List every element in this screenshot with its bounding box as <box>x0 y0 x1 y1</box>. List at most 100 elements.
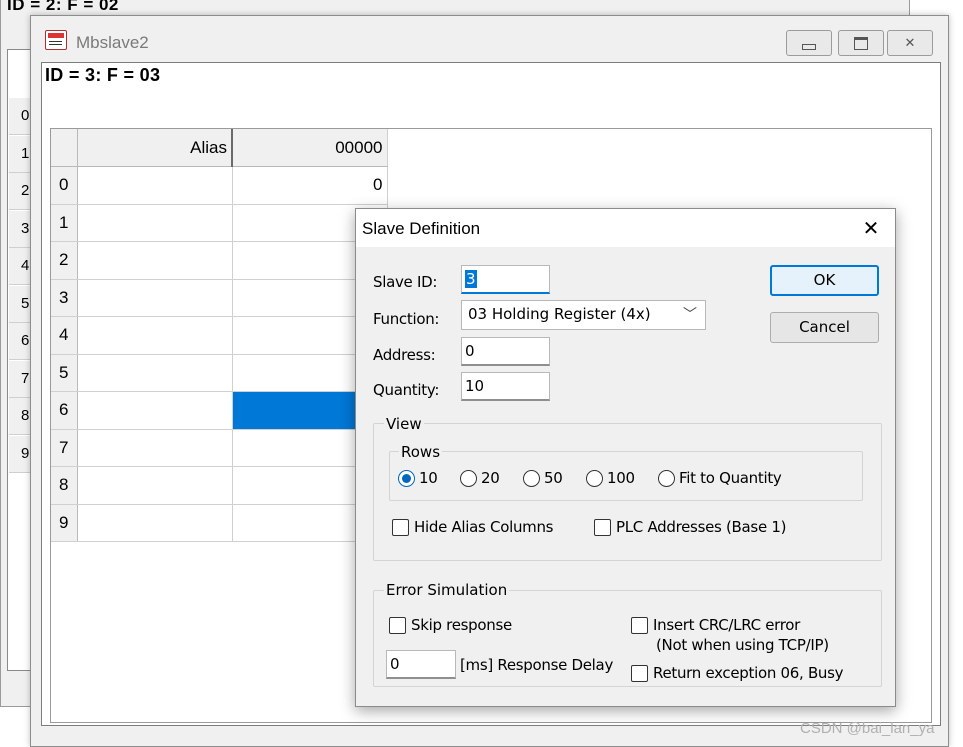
id-function-label: ID = 3: F = 03 <box>45 65 161 85</box>
cancel-button[interactable]: Cancel <box>770 312 879 343</box>
slave-id-value: 3 <box>465 270 477 288</box>
close-window-button[interactable] <box>887 30 933 56</box>
alias-cell[interactable] <box>77 504 233 542</box>
hide-alias-checkbox[interactable]: Hide Alias Columns <box>392 518 554 536</box>
window-titlebar[interactable]: Mbslave2 <box>31 16 948 62</box>
row-header[interactable]: 4 <box>51 316 78 355</box>
rows-option-label: 10 <box>419 469 438 487</box>
response-delay-label: [ms] Response Delay <box>460 656 614 674</box>
chevron-down-icon: ﹀ <box>683 307 697 323</box>
table-row[interactable]: 9 <box>51 504 388 542</box>
window-title: Mbslave2 <box>76 33 149 52</box>
watermark: CSDN @bai_lan_ya <box>800 720 935 737</box>
column-header-alias[interactable]: Alias <box>77 129 233 167</box>
row-header[interactable]: 3 <box>51 279 78 317</box>
table-row[interactable]: 51 <box>51 354 388 392</box>
checkbox-icon <box>392 518 409 536</box>
table-row[interactable]: 4 <box>51 316 388 355</box>
checkbox-icon <box>389 616 406 634</box>
slave-id-input[interactable]: 3 <box>461 265 550 294</box>
rows-option-label: Fit to Quantity <box>679 469 782 487</box>
table-row[interactable]: 00 <box>51 166 388 205</box>
register-table: Alias 00000 0012345162789 <box>51 129 388 542</box>
slave-definition-dialog[interactable]: Slave Definition ✕ Slave ID: 3 Function:… <box>355 208 896 707</box>
checkbox-icon <box>631 616 648 634</box>
alias-cell[interactable] <box>77 391 233 430</box>
function-value: 03 Holding Register (4x) <box>468 305 651 323</box>
alias-cell[interactable] <box>77 316 233 355</box>
rows-radio-10[interactable]: 10 <box>398 469 438 487</box>
radio-icon <box>523 469 540 487</box>
plc-addresses-label: PLC Addresses (Base 1) <box>616 518 787 536</box>
insert-crc-label: Insert CRC/LRC error <box>653 616 801 634</box>
alias-cell[interactable] <box>77 204 233 242</box>
insert-crc-checkbox[interactable]: Insert CRC/LRC error <box>631 616 800 634</box>
rows-caption: Rows <box>399 443 443 461</box>
insert-crc-note: (Not when using TCP/IP) <box>656 636 829 654</box>
checkbox-icon <box>631 664 648 682</box>
dialog-close-icon[interactable]: ✕ <box>856 215 886 241</box>
radio-icon <box>586 469 603 487</box>
row-header[interactable]: 8 <box>51 466 78 505</box>
row-header[interactable]: 9 <box>51 504 78 542</box>
radio-icon <box>658 469 675 487</box>
rows-option-label: 100 <box>607 469 635 487</box>
view-caption: View <box>384 415 424 433</box>
row-header[interactable]: 2 <box>51 241 78 280</box>
address-input[interactable]: 0 <box>461 337 550 366</box>
alias-cell[interactable] <box>77 466 233 505</box>
grid-corner[interactable] <box>51 129 78 167</box>
quantity-value: 10 <box>465 377 485 395</box>
rows-radio-20[interactable]: 20 <box>460 469 500 487</box>
plc-addresses-checkbox[interactable]: PLC Addresses (Base 1) <box>594 518 786 536</box>
dialog-titlebar[interactable]: Slave Definition ✕ <box>356 209 895 247</box>
response-delay-value: 0 <box>390 655 400 673</box>
value-cell[interactable]: 0 <box>232 166 388 205</box>
dialog-title: Slave Definition <box>362 219 481 238</box>
return-exception-label: Return exception 06, Busy <box>653 664 844 682</box>
rows-option-label: 50 <box>544 469 563 487</box>
background-id-label: ID = 2: F = 02 <box>7 0 119 14</box>
app-doc-icon <box>45 30 67 50</box>
column-header-address[interactable]: 00000 <box>232 129 388 167</box>
table-row[interactable]: 1 <box>51 204 388 242</box>
quantity-label: Quantity: <box>373 381 440 399</box>
row-header[interactable]: 5 <box>51 354 78 392</box>
table-row[interactable]: 2 <box>51 241 388 280</box>
row-header[interactable]: 6 <box>51 391 78 430</box>
alias-cell[interactable] <box>77 429 233 467</box>
function-label: Function: <box>373 310 440 328</box>
alias-cell[interactable] <box>77 241 233 280</box>
checkbox-icon <box>594 518 611 536</box>
address-label: Address: <box>373 346 436 364</box>
skip-response-checkbox[interactable]: Skip response <box>389 616 512 634</box>
table-row[interactable]: 8 <box>51 466 388 505</box>
row-header[interactable]: 7 <box>51 429 78 467</box>
return-exception-checkbox[interactable]: Return exception 06, Busy <box>631 664 844 682</box>
rows-radio-100[interactable]: 100 <box>586 469 635 487</box>
skip-response-label: Skip response <box>411 616 512 634</box>
address-value: 0 <box>465 342 475 360</box>
row-header[interactable]: 1 <box>51 204 78 242</box>
alias-cell[interactable] <box>77 354 233 392</box>
alias-cell[interactable] <box>77 166 233 205</box>
quantity-input[interactable]: 10 <box>461 372 550 401</box>
response-delay-input[interactable]: 0 <box>386 650 456 679</box>
rows-option-label: 20 <box>481 469 500 487</box>
slave-id-label: Slave ID: <box>373 273 438 291</box>
table-row[interactable]: 7 <box>51 429 388 467</box>
rows-radio-50[interactable]: 50 <box>523 469 563 487</box>
minimize-button[interactable] <box>786 30 832 56</box>
table-row[interactable]: 3 <box>51 279 388 317</box>
rows-radio-fit[interactable]: Fit to Quantity <box>658 469 782 487</box>
radio-selected-icon <box>398 469 415 487</box>
radio-icon <box>460 469 477 487</box>
row-header[interactable]: 0 <box>51 166 78 205</box>
hide-alias-label: Hide Alias Columns <box>414 518 554 536</box>
ok-button[interactable]: OK <box>770 265 879 296</box>
table-row[interactable]: 62 <box>51 391 388 430</box>
function-select[interactable]: 03 Holding Register (4x) ﹀ <box>461 300 706 330</box>
error-simulation-caption: Error Simulation <box>384 581 510 599</box>
alias-cell[interactable] <box>77 279 233 317</box>
maximize-button[interactable] <box>838 30 884 56</box>
